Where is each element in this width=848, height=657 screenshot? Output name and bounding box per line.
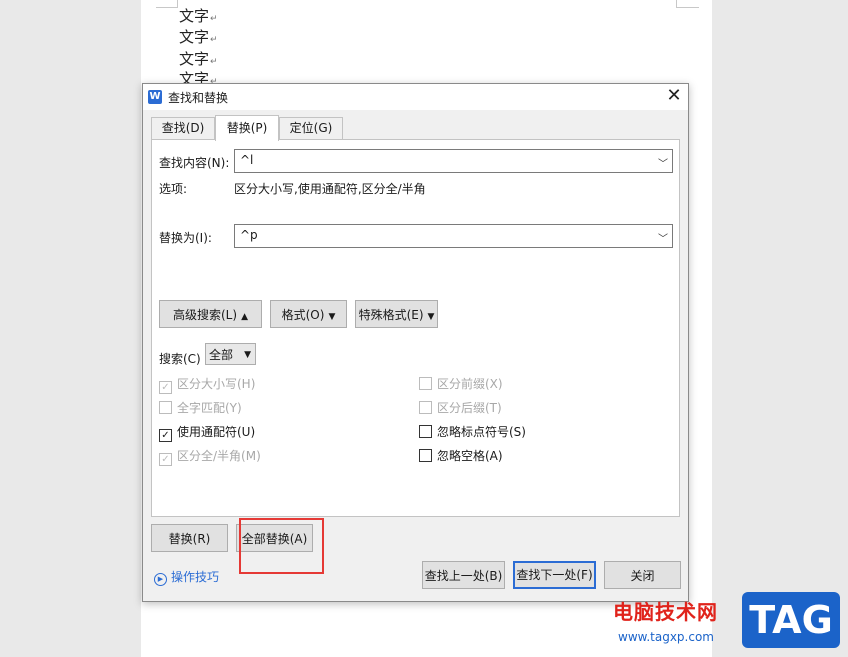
checkbox-checked-icon: ✓	[159, 453, 172, 466]
find-next-button[interactable]: 查找下一处(F)	[513, 561, 596, 589]
play-circle-icon: ▶	[154, 573, 167, 586]
match-suffix-checkbox[interactable]: 区分后缀(T)	[419, 400, 502, 416]
checkbox-unchecked-icon	[159, 401, 172, 414]
paragraph-mark-icon: ↵	[210, 35, 218, 45]
ignore-space-label: 忽略空格(A)	[437, 449, 503, 463]
document-line-text: 文字	[179, 50, 210, 68]
chevron-down-icon[interactable]: ﹀	[658, 155, 668, 170]
advanced-search-label: 高级搜索(L)	[173, 308, 238, 322]
dialog-titlebar[interactable]: W 查找和替换 ✕	[143, 84, 688, 110]
checkbox-unchecked-icon	[419, 425, 432, 438]
tag-logo: TAG	[742, 592, 840, 648]
tips-link[interactable]: ▶ 操作技巧	[154, 568, 219, 586]
match-prefix-checkbox[interactable]: 区分前缀(X)	[419, 376, 503, 392]
replace-button[interactable]: 替换(R)	[151, 524, 228, 552]
replace-with-value: ^p	[240, 228, 258, 242]
replace-panel: 查找内容(N): ^l ﹀ 选项: 区分大小写,使用通配符,区分全/半角 替换为…	[151, 139, 680, 517]
special-format-button[interactable]: 特殊格式(E) ▼	[355, 300, 438, 328]
dialog-title: 查找和替换	[168, 91, 229, 105]
dropdown-arrow-icon: ▼	[328, 312, 336, 322]
match-suffix-label: 区分后缀(T)	[437, 401, 502, 415]
checkbox-checked-icon: ✓	[159, 429, 172, 442]
whole-word-label: 全字匹配(Y)	[177, 401, 242, 415]
close-button[interactable]: 关闭	[604, 561, 681, 589]
document-line-text: 文字	[179, 28, 210, 46]
find-what-value: ^l	[240, 153, 254, 167]
highlight-annotation-box	[239, 518, 324, 574]
dropdown-arrow-icon: ▼	[427, 312, 435, 322]
collapse-up-icon: ▲	[241, 312, 248, 322]
checkbox-checked-icon: ✓	[159, 381, 172, 394]
document-line[interactable]: 文字↵	[179, 6, 218, 26]
search-scope-label: 搜索(C)	[159, 352, 201, 366]
match-prefix-label: 区分前缀(X)	[437, 377, 503, 391]
ignore-punctuation-checkbox[interactable]: 忽略标点符号(S)	[419, 424, 526, 440]
whole-word-checkbox[interactable]: 全字匹配(Y)	[159, 400, 242, 416]
search-scope-select[interactable]: 全部 ▼	[205, 343, 256, 365]
find-replace-dialog: W 查找和替换 ✕ 查找(D) 替换(P) 定位(G) 查找内容(N): ^l …	[142, 83, 689, 602]
chevron-down-icon[interactable]: ﹀	[658, 230, 668, 245]
tab-find[interactable]: 查找(D)	[151, 117, 215, 139]
use-wildcards-checkbox[interactable]: ✓ 使用通配符(U)	[159, 424, 256, 442]
find-what-label: 查找内容(N):	[159, 156, 230, 170]
dropdown-arrow-icon: ▼	[244, 350, 251, 360]
document-line-text: 文字	[179, 7, 210, 25]
special-format-label: 特殊格式(E)	[358, 308, 424, 322]
wps-writer-icon: W	[148, 90, 162, 104]
tips-link-label: 操作技巧	[171, 570, 220, 584]
match-width-label: 区分全/半角(M)	[177, 449, 261, 463]
checkbox-unchecked-icon	[419, 401, 432, 414]
page-corner-mark-right	[676, 0, 699, 8]
match-width-checkbox[interactable]: ✓ 区分全/半角(M)	[159, 448, 261, 466]
format-button[interactable]: 格式(O) ▼	[270, 300, 347, 328]
ignore-space-checkbox[interactable]: 忽略空格(A)	[419, 448, 503, 464]
find-what-combobox[interactable]: ^l ﹀	[234, 149, 673, 173]
checkbox-unchecked-icon	[419, 449, 432, 462]
ignore-punctuation-label: 忽略标点符号(S)	[437, 425, 526, 439]
document-line[interactable]: 文字↵	[179, 27, 218, 47]
tab-replace[interactable]: 替换(P)	[215, 115, 279, 141]
document-line[interactable]: 文字↵	[179, 49, 218, 69]
tab-goto[interactable]: 定位(G)	[279, 117, 343, 139]
match-case-checkbox[interactable]: ✓ 区分大小写(H)	[159, 376, 256, 394]
find-previous-button[interactable]: 查找上一处(B)	[422, 561, 505, 589]
paragraph-mark-icon: ↵	[210, 57, 218, 67]
options-summary: 区分大小写,使用通配符,区分全/半角	[234, 182, 426, 196]
search-scope-value: 全部	[209, 348, 234, 362]
checkbox-unchecked-icon	[419, 377, 432, 390]
use-wildcards-label: 使用通配符(U)	[177, 425, 256, 439]
paragraph-mark-icon: ↵	[210, 14, 218, 24]
format-label: 格式(O)	[281, 308, 325, 322]
close-icon[interactable]: ✕	[663, 85, 685, 107]
replace-with-combobox[interactable]: ^p ﹀	[234, 224, 673, 248]
advanced-search-button[interactable]: 高级搜索(L) ▲	[159, 300, 262, 328]
watermark-site-name: 电脑技术网	[613, 600, 718, 624]
watermark-url: www.tagxp.com	[618, 630, 714, 644]
replace-with-label: 替换为(I):	[159, 231, 212, 245]
match-case-label: 区分大小写(H)	[177, 377, 256, 391]
options-label: 选项:	[159, 182, 188, 196]
page-corner-mark-left	[156, 0, 178, 8]
